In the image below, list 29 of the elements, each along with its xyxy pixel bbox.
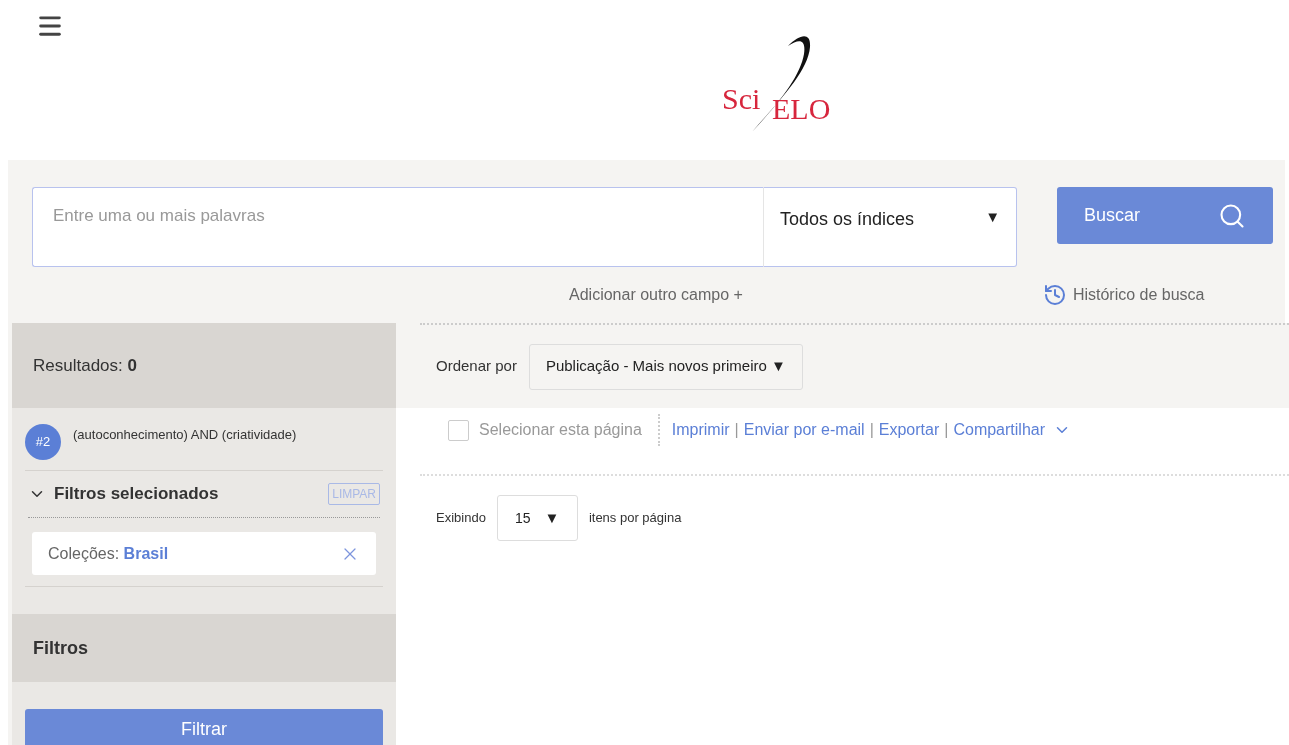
history-icon: [1042, 283, 1067, 307]
query-text: (autoconhecimento) AND (criatividade): [73, 426, 297, 444]
separator: |: [869, 420, 874, 440]
selected-filters-toggle[interactable]: Filtros selecionados: [28, 481, 219, 507]
filter-button[interactable]: Filtrar: [25, 709, 383, 745]
search-field[interactable]: Entre uma ou mais palavras: [32, 187, 763, 267]
query-badge: #2: [25, 424, 61, 460]
select-page-label: Selecionar esta página: [479, 420, 642, 440]
select-page-checkbox[interactable]: [448, 419, 469, 441]
per-page-suffix: itens por página: [588, 509, 682, 528]
filter-chip-label: Coleções: Brasil: [48, 543, 169, 564]
action-link[interactable]: Exportar: [878, 418, 940, 442]
logo: Sci ELO: [722, 32, 838, 136]
separator: |: [734, 420, 739, 440]
filters-title: Filtros: [33, 636, 88, 660]
per-page-select[interactable]: 15 ▼: [496, 495, 578, 541]
search-button[interactable]: Buscar: [1057, 187, 1273, 244]
action-link[interactable]: Enviar por e-mail: [743, 418, 865, 442]
search-history-link[interactable]: Histórico de busca: [1042, 283, 1205, 307]
sort-select[interactable]: Publicação - Mais novos primeiro ▼: [528, 343, 803, 390]
results-count: Resultados: 0: [33, 354, 137, 377]
search-icon: [1218, 201, 1246, 230]
index-select[interactable]: Todos os índices ▼: [763, 187, 1017, 267]
per-page-label: Exibindo: [436, 509, 486, 528]
action-link[interactable]: Compartilhar: [953, 418, 1045, 442]
add-field-link[interactable]: Adicionar outro campo +: [569, 283, 743, 307]
action-link[interactable]: Imprimir: [671, 418, 730, 442]
separator: |: [944, 420, 949, 440]
sort-label: Ordenar por: [436, 356, 517, 377]
